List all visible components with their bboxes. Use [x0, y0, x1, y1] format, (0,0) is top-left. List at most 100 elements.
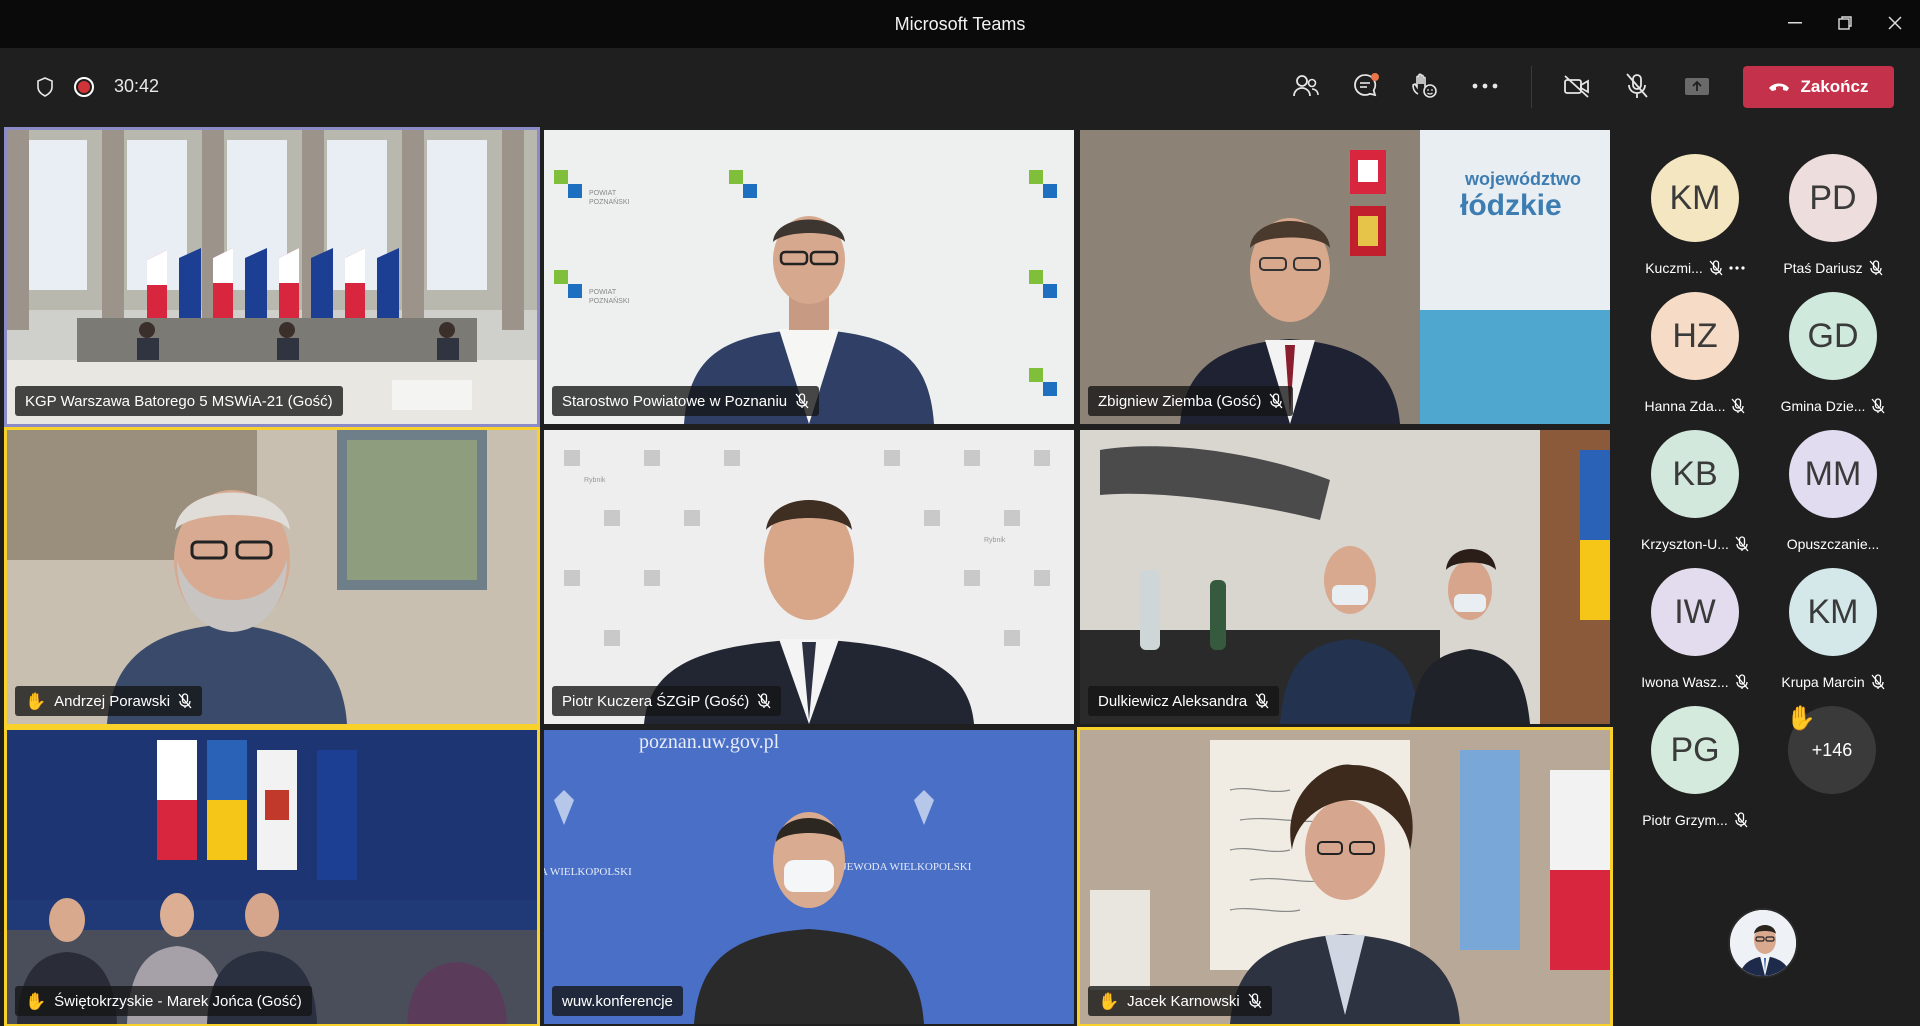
shield-icon [36, 76, 54, 97]
participant-avatar-item[interactable]: HZ Hanna Zda... [1625, 278, 1765, 414]
participant-name: wuw.konferencje [562, 992, 673, 1010]
video-tile[interactable]: ✋ Andrzej Porawski [4, 427, 540, 727]
close-icon [1888, 16, 1902, 30]
participant-avatar-item[interactable]: KM Kuczmi... [1625, 140, 1765, 276]
swietokrzyskie-hall-video [7, 730, 537, 1024]
sopot-office-video [1080, 730, 1610, 1024]
avatar: MM [1789, 430, 1877, 518]
restore-button[interactable] [1822, 8, 1868, 38]
hang-up-icon [1769, 83, 1790, 91]
avatar: PG [1651, 706, 1739, 794]
participant-name: Piotr Kuczera ŚZGiP (Gość) [562, 692, 750, 710]
avatar: PD [1789, 154, 1877, 242]
mic-off-icon [1269, 393, 1283, 409]
svg-text:A WIELKOPOLSKI: A WIELKOPOLSKI [544, 866, 632, 878]
participant-avatar-item[interactable]: KB Krzyszton-U... [1625, 416, 1765, 552]
svg-text:łódzkie: łódzkie [1460, 189, 1562, 222]
participant-avatar-item[interactable]: PD Ptaś Dariusz [1763, 140, 1903, 276]
more-actions-button[interactable] [1465, 68, 1505, 104]
leave-button[interactable]: Zakończ [1743, 66, 1894, 108]
participant-label: Kuczmi... [1625, 258, 1765, 278]
participants-button[interactable] [1286, 68, 1326, 104]
participant-name-tag: KGP Warszawa Batorego 5 MSWiA-21 (Gość) [15, 386, 343, 416]
meeting-timer: 30:42 [114, 76, 160, 96]
share-button[interactable] [1677, 68, 1717, 104]
mic-off-icon [757, 693, 771, 709]
mic-off-icon [795, 393, 809, 409]
restore-icon [1838, 16, 1852, 30]
video-tile[interactable]: ✋ Jacek Karnowski [1077, 727, 1613, 1026]
participant-name: KGP Warszawa Batorego 5 MSWiA-21 (Gość) [25, 392, 333, 410]
participant-avatar-item[interactable]: GD Gmina Dzie... [1763, 278, 1903, 414]
video-grid: KGP Warszawa Batorego 5 MSWiA-21 (Gość) … [4, 127, 1613, 1026]
avatar: KB [1651, 430, 1739, 518]
meeting-toolbar: 30:42 Zakończ [0, 48, 1920, 126]
avatar: IW [1651, 568, 1739, 656]
toolbar-divider [1531, 66, 1532, 108]
chat-icon [1354, 73, 1379, 97]
mic-off-icon [1869, 260, 1883, 276]
mic-off-icon [1626, 73, 1648, 98]
participant-label: Hanna Zda... [1625, 396, 1765, 416]
participant-avatar-item[interactable]: MM Opuszczanie... [1763, 416, 1903, 552]
svg-text:poznan.uw.gov.pl: poznan.uw.gov.pl [639, 731, 780, 753]
participant-name: Świętokrzyskie - Marek Jońca (Gość) [54, 992, 302, 1010]
video-tile[interactable]: KGP Warszawa Batorego 5 MSWiA-21 (Gość) [4, 127, 540, 427]
participant-name: Starostwo Powiatowe w Poznaniu [562, 392, 788, 410]
mic-off-icon [1871, 398, 1885, 414]
participant-avatar-item[interactable]: PG Piotr Grzym... [1625, 692, 1765, 828]
svg-text:POZNAŃSKI: POZNAŃSKI [589, 197, 630, 206]
mic-off-icon [1731, 398, 1745, 414]
mic-off-icon [1255, 693, 1269, 709]
participant-label: Krupa Marcin [1763, 672, 1903, 692]
camera-toggle-button[interactable] [1557, 68, 1597, 104]
more-icon [1472, 83, 1498, 89]
close-button[interactable] [1872, 8, 1918, 38]
minimize-icon [1788, 22, 1802, 24]
minimize-button[interactable] [1772, 8, 1818, 38]
participant-name-tag: Zbigniew Ziemba (Gość) [1088, 386, 1294, 416]
raised-hand-icon: ✋ [25, 691, 47, 711]
people-icon [1293, 75, 1319, 97]
video-tile[interactable]: ✋ Świętokrzyskie - Marek Jońca (Gość) [4, 727, 540, 1026]
reactions-button[interactable] [1404, 68, 1444, 104]
more-icon [1729, 266, 1745, 270]
participant-label: Piotr Grzym... [1625, 810, 1765, 830]
svg-text:WOJEWODA WIELKOPOLSKI: WOJEWODA WIELKOPOLSKI [824, 861, 972, 873]
video-tile[interactable]: POWIAT POZNAŃSKI POWIAT POZNAŃSKI Staros… [544, 130, 1074, 424]
avatar: KM [1789, 568, 1877, 656]
participant-avatar-item[interactable]: IW Iwona Wasz... [1625, 554, 1765, 690]
mic-off-icon [1709, 260, 1723, 276]
window-title: Microsoft Teams [894, 14, 1026, 34]
powiat-poznanski-video: POWIAT POZNAŃSKI POWIAT POZNAŃSKI [544, 130, 1074, 424]
camera-off-icon [1564, 75, 1589, 98]
avatar: GD [1789, 292, 1877, 380]
mic-off-icon [1735, 536, 1749, 552]
participant-label: Opuszczanie... [1786, 536, 1880, 552]
raised-hand-icon: ✋ [1098, 991, 1120, 1011]
home-office-video [7, 430, 537, 724]
video-tile[interactable]: Rybnik Rybnik Piotr Kuczera ŚZGiP (Gość) [544, 430, 1074, 724]
video-tile[interactable]: poznan.uw.gov.pl WOJEWODA WIELKOPOLSKI A… [544, 730, 1074, 1024]
participant-name-tag: ✋ Jacek Karnowski [1088, 986, 1272, 1016]
participant-label: Krzyszton-U... [1625, 534, 1765, 554]
participant-label: Iwona Wasz... [1625, 672, 1765, 692]
participant-name-tag: Starostwo Powiatowe w Poznaniu [552, 386, 820, 416]
mic-toggle-button[interactable] [1617, 68, 1657, 104]
svg-text:POWIAT: POWIAT [589, 289, 617, 296]
video-tile[interactable]: Dulkiewicz Aleksandra [1080, 430, 1610, 724]
raised-hand-icon: ✋ [25, 991, 47, 1011]
participant-name: Jacek Karnowski [1127, 992, 1240, 1010]
lodzkie-office-video: województwo łódzkie [1080, 130, 1610, 424]
participant-avatar-item[interactable]: KM Krupa Marcin [1763, 554, 1903, 690]
participant-label: Gmina Dzie... [1763, 396, 1903, 416]
self-video-avatar[interactable] [1728, 908, 1798, 978]
chat-button[interactable] [1346, 68, 1386, 104]
participant-name-tag: Piotr Kuczera ŚZGiP (Gość) [552, 686, 782, 716]
wojewoda-video: poznan.uw.gov.pl WOJEWODA WIELKOPOLSKI A… [544, 730, 1074, 1024]
video-tile[interactable]: województwo łódzkie Zbigniew Ziemba (Goś… [1080, 130, 1610, 424]
svg-text:Rybnik: Rybnik [984, 537, 1006, 544]
svg-text:POWIAT: POWIAT [589, 190, 617, 197]
reaction-hand-icon [1412, 73, 1437, 98]
mic-off-icon [1248, 993, 1262, 1009]
